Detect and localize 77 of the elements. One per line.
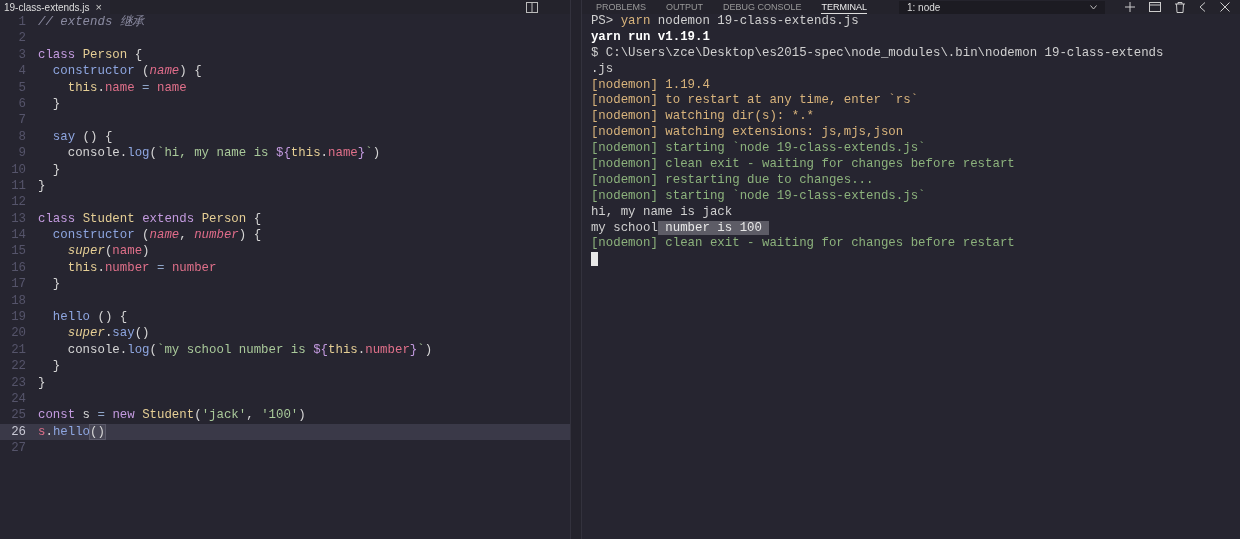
line-number: 14 [10, 227, 27, 244]
code-line: } [38, 177, 46, 195]
terminal-line: PS> yarn nodemon 19-class-extends.js [590, 14, 860, 30]
panel-tab[interactable]: PROBLEMS [595, 0, 646, 14]
panel-tab[interactable]: TERMINAL [821, 0, 867, 14]
code-line: s.hello() [38, 423, 105, 441]
terminal-line: .js [590, 61, 615, 78]
line-number: 22 [10, 358, 27, 375]
terminal-line: [nodemon] 1.19.4 [590, 77, 711, 94]
terminal-dropdown[interactable]: 1: node [899, 0, 1105, 14]
code-line: console.log(`my school number is ${this.number}`) [66, 341, 433, 359]
chevron-icon[interactable] [1199, 2, 1206, 12]
line-number: 6 [17, 95, 27, 113]
code-line: console.log(`hi, my name is ${this.name}`) [66, 145, 381, 162]
code-line: hello () { [51, 309, 128, 326]
line-number: 27 [10, 440, 27, 457]
code-line: this.number = number [66, 259, 217, 277]
line-number: 12 [10, 194, 27, 211]
line-number: 26 [10, 423, 27, 441]
line-number: 5 [17, 79, 27, 96]
line-number: 10 [10, 161, 27, 178]
caret-icon [1090, 4, 1097, 10]
terminal-line: [nodemon] watching extensions: js,mjs,json [590, 125, 905, 141]
line-number: 25 [10, 407, 27, 424]
line-number: 1 [17, 14, 27, 31]
terminal-line: hi, my name is jack [590, 204, 734, 221]
line-number: 17 [10, 276, 27, 293]
trash-icon[interactable] [1175, 1, 1185, 13]
line-number: 8 [17, 128, 27, 146]
terminal-line: [nodemon] restarting due to changes... [590, 172, 875, 189]
code-line: class Student extends Person { [38, 210, 262, 228]
plus-icon[interactable] [1125, 2, 1135, 12]
split-terminal-icon[interactable] [1149, 2, 1161, 12]
terminal-line: [nodemon] clean exit - waiting for changes before restart [590, 157, 1016, 173]
code-line: this.name = name [66, 79, 187, 96]
code-line: } [38, 374, 46, 391]
line-number: 21 [10, 341, 27, 359]
code-line: } [51, 358, 61, 375]
code-line: constructor (name, number) { [51, 227, 262, 244]
line-number: 23 [10, 374, 27, 391]
code-line: } [51, 276, 61, 293]
line-number: 20 [10, 325, 27, 342]
terminal-line: [nodemon] to restart at any time, enter `rs` [590, 93, 920, 110]
line-number: 13 [10, 210, 27, 228]
terminal-line: [nodemon] starting `node 19-class-extends.js` [590, 141, 927, 157]
line-number: 3 [17, 46, 27, 64]
line-number: 24 [10, 391, 27, 408]
code-line: } [51, 95, 61, 113]
code-line: constructor (name) { [51, 63, 202, 80]
panel-tab[interactable]: OUTPUT [665, 0, 703, 14]
code-line: } [51, 161, 61, 178]
line-number: 9 [17, 145, 27, 162]
code-line: super(name) [66, 243, 150, 260]
terminal-line: my school number is 100 [590, 220, 1240, 237]
terminal-line: [nodemon] clean exit - waiting for changes before restart [590, 236, 1016, 253]
terminal-line: [nodemon] watching dir(s): *.* [590, 109, 815, 126]
code-line: class Person { [38, 46, 143, 64]
line-number: 7 [17, 112, 27, 129]
code-line: const s = new Student('jack', '100') [38, 407, 306, 424]
close-tab-button[interactable]: × [95, 1, 103, 13]
line-number: 2 [17, 30, 27, 47]
terminal-line: yarn run v1.19.1 [590, 29, 711, 46]
line-number: 15 [10, 243, 27, 260]
line-number: 4 [17, 63, 27, 80]
code-line: // extends 继承 [38, 14, 144, 31]
code-line: say () { [51, 128, 113, 146]
code-line: super.say() [66, 325, 150, 342]
panel-tab[interactable]: DEBUG CONSOLE [722, 0, 802, 14]
terminal-line: [nodemon] starting `node 19-class-extends.js` [590, 188, 927, 205]
split-editor-icon[interactable] [526, 1, 539, 13]
line-number: 11 [10, 177, 27, 195]
line-number: 16 [10, 259, 27, 277]
file-tab[interactable]: 19-class-extends.js × [0, 0, 111, 14]
terminal-line: $ C:\Users\zce\Desktop\es2015-spec\node_modules\.bin\nodemon 19-class-extends [590, 45, 1165, 62]
line-number: 19 [10, 309, 27, 326]
close-icon[interactable] [1220, 2, 1230, 12]
line-number: 18 [10, 292, 27, 310]
